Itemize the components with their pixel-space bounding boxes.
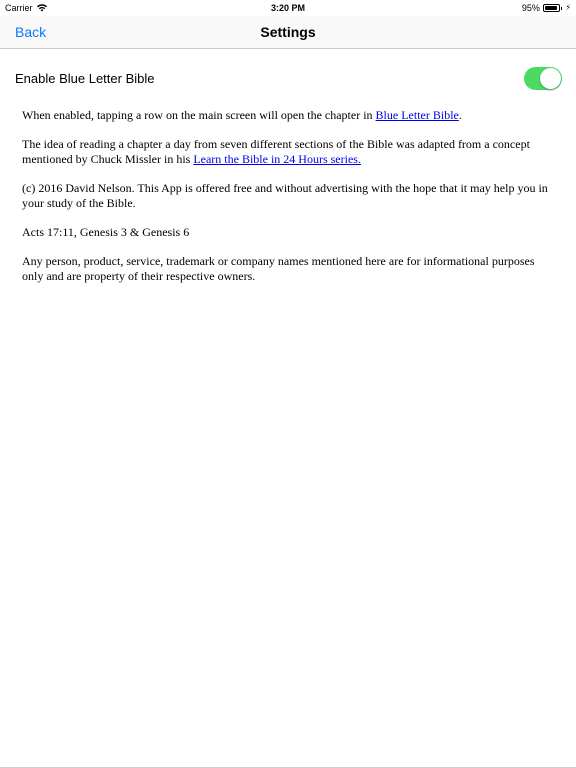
- blue-letter-bible-link[interactable]: Blue Letter Bible: [376, 108, 459, 122]
- status-right: 95% ⚡: [522, 3, 571, 13]
- battery-fill: [544, 6, 558, 10]
- battery-icon: [542, 4, 563, 12]
- learn-the-bible-link[interactable]: Learn the Bible in 24 Hours series.: [193, 152, 361, 166]
- paragraph-disclaimer: Any person, product, service, trademark …: [22, 254, 535, 283]
- paragraph-enabled-info: When enabled, tapping a row on the main …: [22, 108, 554, 123]
- charging-icon: ⚡: [565, 3, 571, 12]
- paragraph-copyright: (c) 2016 David Nelson. This App is offer…: [22, 181, 548, 210]
- page-title: Settings: [260, 24, 316, 40]
- about-text: When enabled, tapping a row on the main …: [22, 108, 554, 298]
- battery-tip: [560, 6, 563, 10]
- battery-body: [542, 4, 560, 12]
- navigation-bar: Back Settings: [0, 16, 576, 49]
- blue-letter-bible-setting-row: Enable Blue Letter Bible: [0, 60, 576, 96]
- battery-percent: 95%: [521, 3, 540, 13]
- p1-text: When enabled, tapping a row on the main …: [22, 108, 376, 122]
- paragraph-references: Acts 17:11, Genesis 3 & Genesis 6: [22, 225, 190, 239]
- enable-blue-letter-bible-toggle[interactable]: [524, 67, 562, 90]
- toggle-label: Enable Blue Letter Bible: [15, 71, 155, 86]
- settings-screen: Carrier 3:20 PM 95% ⚡ Back Settings Enab…: [0, 0, 576, 768]
- toggle-knob: [540, 68, 561, 89]
- status-time: 3:20 PM: [270, 3, 305, 13]
- paragraph-concept: The idea of reading a chapter a day from…: [22, 137, 554, 167]
- status-bar: Carrier 3:20 PM 95% ⚡: [0, 0, 576, 16]
- p1-end: .: [458, 108, 462, 122]
